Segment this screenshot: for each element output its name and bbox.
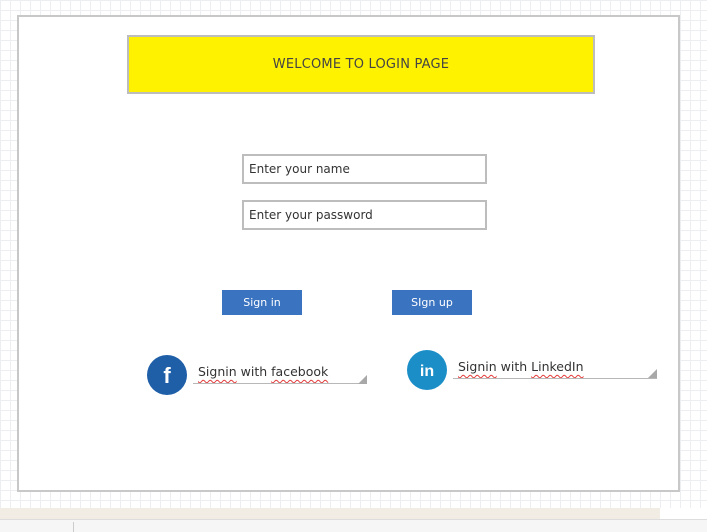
- svg-text:in: in: [420, 363, 434, 380]
- status-separator: [73, 522, 74, 532]
- sign-in-label: Sign in: [243, 296, 281, 309]
- bottom-status-strip: [0, 508, 707, 532]
- sign-up-label: SIgn up: [411, 296, 453, 309]
- facebook-icon: f: [147, 355, 187, 395]
- svg-text:f: f: [163, 363, 171, 388]
- name-input[interactable]: [242, 154, 487, 184]
- signin-linkedin-link[interactable]: in Signin with LinkedIn: [407, 350, 659, 392]
- linkedin-icon: in: [407, 350, 447, 390]
- password-input[interactable]: [242, 200, 487, 230]
- status-bar: [0, 519, 707, 532]
- sign-up-button[interactable]: SIgn up: [392, 290, 472, 315]
- welcome-title: WELCOME TO LOGIN PAGE: [272, 57, 450, 72]
- signin-linkedin-label: Signin with LinkedIn: [458, 359, 584, 374]
- facebook-field-line: [193, 383, 367, 384]
- signin-facebook-label: Signin with facebook: [198, 364, 329, 379]
- resize-grip-icon[interactable]: [648, 369, 657, 378]
- welcome-banner: WELCOME TO LOGIN PAGE: [127, 35, 595, 94]
- linkedin-field-line: [453, 378, 657, 379]
- resize-grip-icon[interactable]: [358, 375, 367, 384]
- sign-in-button[interactable]: Sign in: [222, 290, 302, 315]
- signin-facebook-link[interactable]: f Signin with facebook: [147, 355, 369, 397]
